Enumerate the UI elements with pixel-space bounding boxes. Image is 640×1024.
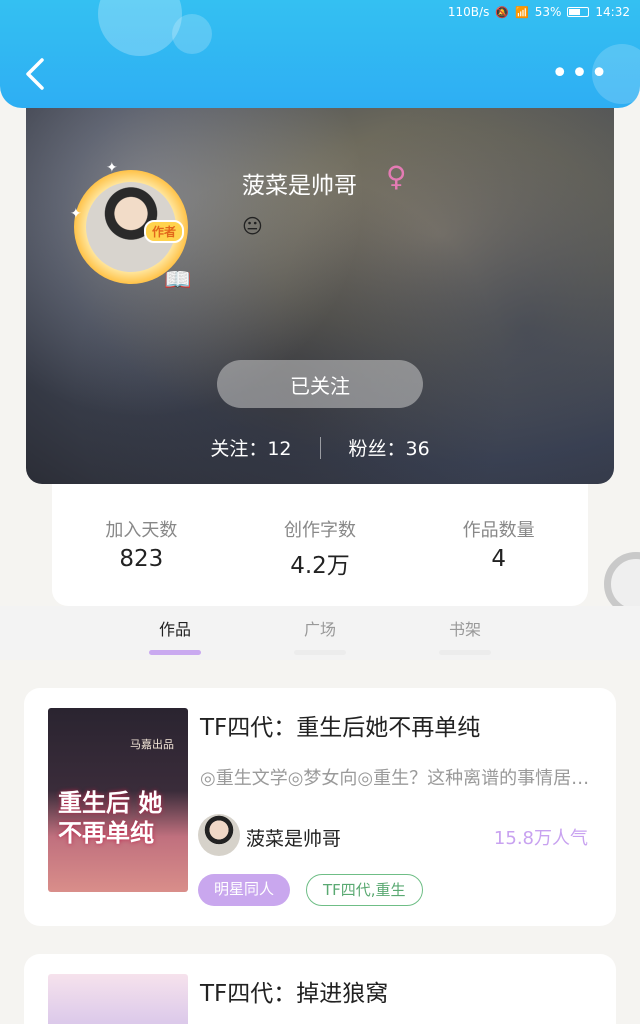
header-bar: 110B/s 🔕 📶 53% 14:32 ••• — [0, 0, 640, 108]
divider — [319, 436, 321, 459]
decor-bubble — [98, 0, 182, 56]
network-speed: 110B/s — [447, 5, 490, 19]
book-description: ◎重生文学◎梦女向◎重生？这种离谱的事情居然发生在了我身上 — [200, 768, 590, 789]
clock: 14:32 — [595, 5, 630, 19]
follow-button[interactable]: 已关注 — [217, 360, 423, 408]
battery-percent: 53% — [534, 5, 562, 19]
book-author[interactable]: 菠菜是帅哥 — [246, 824, 341, 851]
stat-value: 4 — [491, 546, 506, 572]
book-card[interactable]: 马嘉出品 重生后 她不再单纯 TF四代：重生后她不再单纯 ◎重生文学◎梦女向◎重… — [24, 688, 616, 926]
stat-word-count: 创作字数 4.2万 — [245, 516, 395, 606]
decor-bubble — [172, 14, 212, 54]
battery-icon — [567, 7, 590, 17]
stat-label: 创作字数 — [283, 520, 356, 541]
wifi-icon: 📶 — [515, 5, 529, 19]
tab-bar: 作品 广场 书架 — [0, 606, 640, 660]
author-avatar-frame[interactable]: 作者 ✦ ✦ 📖 — [66, 160, 196, 293]
stat-join-days: 加入天数 823 — [66, 516, 216, 606]
neutral-face-icon: 😐 — [242, 214, 263, 238]
tab-indicator — [149, 650, 201, 655]
tab-bookshelf[interactable]: 书架 — [435, 616, 495, 640]
tab-works[interactable]: 作品 — [145, 616, 205, 640]
follow-counts: 关注：12 粉丝：36 — [26, 434, 614, 461]
stat-value: 823 — [119, 546, 164, 572]
topic-tag[interactable]: TF四代,重生 — [306, 874, 423, 906]
following-count[interactable]: 关注：12 — [210, 434, 291, 461]
sparkle-icon: ✦ — [70, 206, 82, 222]
more-dots-icon[interactable]: ••• — [551, 59, 610, 89]
followers-count[interactable]: 粉丝：36 — [349, 434, 430, 461]
stat-value: 4.2万 — [290, 553, 350, 579]
book-title[interactable]: TF四代：重生后她不再单纯 — [200, 708, 480, 742]
mute-icon: 🔕 — [495, 5, 510, 19]
tab-indicator — [294, 650, 346, 655]
book-icon: 📖 — [164, 268, 192, 293]
author-badge: 作者 — [144, 220, 185, 243]
popularity-count: 15.8万人气 — [493, 828, 588, 849]
sparkle-icon: ✦ — [106, 160, 118, 176]
tab-square[interactable]: 广场 — [290, 616, 350, 640]
cover-tag: 马嘉出品 — [130, 738, 174, 751]
tab-indicator — [439, 650, 491, 655]
genre-tag[interactable]: 明星同人 — [198, 874, 291, 906]
status-bar: 110B/s 🔕 📶 53% 14:32 — [448, 5, 630, 19]
stat-label: 作品数量 — [462, 520, 535, 541]
book-cover[interactable]: 马嘉出品 重生后 她不再单纯 — [48, 708, 188, 892]
cover-title: 重生后 她不再单纯 — [58, 788, 163, 847]
stats-panel: 加入天数 823 创作字数 4.2万 作品数量 4 — [52, 470, 588, 606]
profile-name: 菠菜是帅哥 — [242, 173, 357, 199]
stat-label: 加入天数 — [105, 520, 178, 541]
chevron-left-icon[interactable] — [22, 56, 50, 92]
book-cover[interactable] — [48, 974, 188, 1024]
avatar[interactable] — [198, 814, 240, 856]
profile-card: 作者 ✦ ✦ 📖 菠菜是帅哥 ♀ 😐 已关注 关注：12 粉丝：36 — [26, 100, 614, 484]
book-card[interactable]: TF四代：掉进狼窝 — [24, 954, 616, 1024]
female-icon: ♀ — [386, 160, 407, 193]
stat-works-count: 作品数量 4 — [424, 516, 574, 606]
book-title[interactable]: TF四代：掉进狼窝 — [200, 974, 388, 1008]
